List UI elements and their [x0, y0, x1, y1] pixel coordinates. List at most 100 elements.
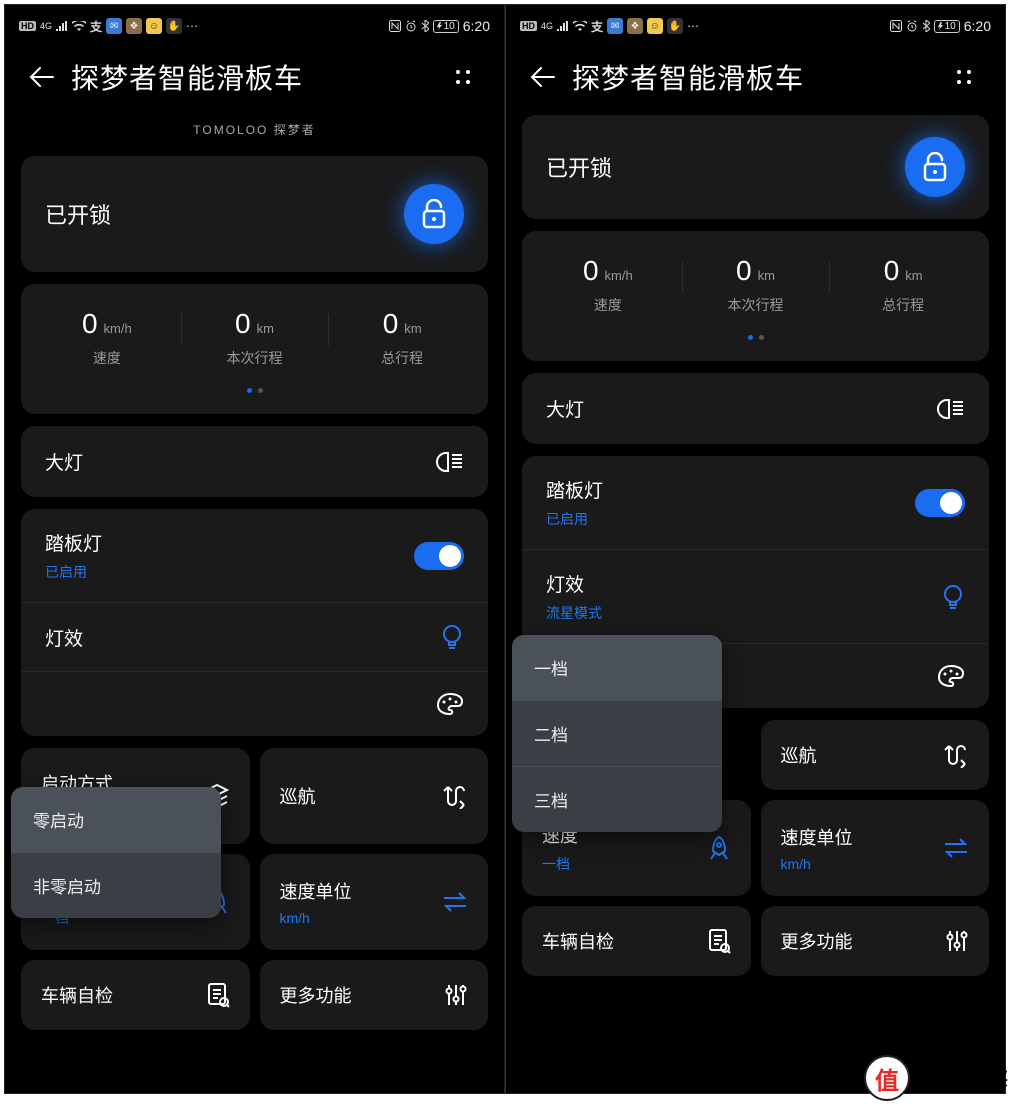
report-icon: [206, 982, 230, 1008]
app-header: 探梦者智能滑板车: [5, 45, 504, 115]
app-icon-3: ☺: [146, 18, 162, 34]
stat-speed: 0km/h 速度: [534, 255, 682, 315]
lock-icon: [421, 199, 447, 229]
stat-total: 0km 总行程: [829, 255, 977, 315]
bulb-icon: [929, 583, 965, 611]
popover-item-gear1[interactable]: 一档: [512, 635, 722, 700]
signal-icon: [56, 21, 68, 31]
hd-icon: HD: [520, 21, 537, 31]
network-icon: 4G: [40, 21, 52, 31]
more-icon: ⋯: [687, 19, 699, 33]
network-icon: 4G: [541, 21, 553, 31]
popover-item-gear2[interactable]: 二档: [512, 700, 722, 766]
palette-icon: [929, 664, 965, 688]
status-bar: HD 4G 支 ✉ ❖ ☺ ✋ ⋯: [5, 5, 504, 45]
phone-screen-left: HD 4G 支 ✉ ❖ ☺ ✋ ⋯: [4, 4, 505, 1094]
app-icon-1: ✉: [106, 18, 122, 34]
more-func-tile[interactable]: 更多功能: [260, 960, 489, 1030]
bluetooth-icon: [922, 20, 930, 32]
swap-icon: [943, 838, 969, 858]
stat-total: 0km 总行程: [328, 308, 476, 368]
app-icon-4: ✋: [667, 18, 683, 34]
stats-card: 0km/h 速度 0km 本次行程 0km 总行程: [21, 284, 488, 414]
wifi-icon: [72, 21, 86, 31]
hd-icon: HD: [19, 21, 36, 31]
more-icon: ⋯: [186, 19, 198, 33]
cruise-icon: [943, 742, 969, 768]
wifi-icon: [573, 21, 587, 31]
report-icon: [707, 928, 731, 954]
status-time: 6:20: [964, 18, 991, 34]
lock-card: 已开锁: [522, 115, 989, 219]
menu-button[interactable]: [955, 68, 985, 86]
pedal-light-row[interactable]: 踏板灯 已启用: [21, 509, 488, 602]
sliders-icon: [444, 983, 468, 1007]
speed-gear-popover: 一档 二档 三档: [512, 635, 722, 832]
watermark-badge: 值: [864, 1055, 910, 1101]
self-check-tile[interactable]: 车辆自检: [21, 960, 250, 1030]
battery-icon: 10: [433, 20, 459, 33]
speed-unit-tile[interactable]: 速度单位 km/h: [260, 854, 489, 950]
pedal-light-toggle[interactable]: [414, 542, 464, 570]
headlight-row[interactable]: 大灯: [522, 373, 989, 444]
headlight-icon: [428, 451, 464, 473]
app-icon-3: ☺: [647, 18, 663, 34]
page-indicator: [33, 380, 476, 398]
start-mode-popover: 零启动 非零启动: [11, 787, 221, 918]
app-header: 探梦者智能滑板车: [506, 45, 1005, 115]
headlight-row[interactable]: 大灯: [21, 426, 488, 497]
palette-icon: [428, 692, 464, 716]
popover-item-gear3[interactable]: 三档: [512, 766, 722, 832]
cruise-icon: [442, 783, 468, 809]
watermark-text: 什么值得买: [918, 1065, 1008, 1091]
bluetooth-icon: [421, 20, 429, 32]
speed-unit-tile[interactable]: 速度单位 km/h: [761, 800, 990, 896]
watermark: 值 什么值得买: [864, 1055, 1008, 1101]
brand-logo: TOMOLOO 探梦者: [21, 121, 488, 138]
status-bar: HD 4G 支 ✉ ❖ ☺ ✋ ⋯: [506, 5, 1005, 45]
light-effect-row[interactable]: 灯效 流星模式: [522, 549, 989, 643]
phone-screen-right: HD 4G 支 ✉ ❖ ☺ ✋ ⋯: [505, 4, 1006, 1094]
cruise-tile[interactable]: 巡航: [761, 720, 990, 790]
status-time: 6:20: [463, 18, 490, 34]
lock-button[interactable]: [404, 184, 464, 244]
menu-button[interactable]: [454, 68, 484, 86]
palette-row[interactable]: [21, 671, 488, 736]
bulb-icon: [428, 623, 464, 651]
nfc-icon: [389, 20, 401, 32]
lock-icon: [922, 152, 948, 182]
pedal-light-toggle[interactable]: [915, 489, 965, 517]
stat-speed: 0km/h 速度: [33, 308, 181, 368]
swap-icon: [442, 892, 468, 912]
app-icon-4: ✋: [166, 18, 182, 34]
lock-card: 已开锁: [21, 156, 488, 272]
lock-status-label: 已开锁: [45, 198, 111, 230]
popover-item-zero-start[interactable]: 零启动: [11, 787, 221, 852]
sliders-icon: [945, 929, 969, 953]
alarm-icon: [906, 20, 918, 32]
back-button[interactable]: [526, 61, 558, 93]
alarm-icon: [405, 20, 417, 32]
popover-item-nonzero-start[interactable]: 非零启动: [11, 852, 221, 918]
stat-trip: 0km 本次行程: [682, 255, 830, 315]
headlight-icon: [929, 398, 965, 420]
pedal-light-row[interactable]: 踏板灯 已启用: [522, 456, 989, 549]
lock-button[interactable]: [905, 137, 965, 197]
cruise-tile[interactable]: 巡航: [260, 748, 489, 844]
app-icon-2: ❖: [126, 18, 142, 34]
lock-status-label: 已开锁: [546, 151, 612, 183]
page-indicator: [534, 327, 977, 345]
self-check-tile[interactable]: 车辆自检: [522, 906, 751, 976]
more-func-tile[interactable]: 更多功能: [761, 906, 990, 976]
back-button[interactable]: [25, 61, 57, 93]
lights-card: 踏板灯 已启用 灯效: [21, 509, 488, 736]
stats-card: 0km/h 速度 0km 本次行程 0km 总行程: [522, 231, 989, 361]
light-effect-row[interactable]: 灯效: [21, 602, 488, 671]
alipay-icon: 支: [90, 18, 102, 35]
battery-icon: 10: [934, 20, 960, 33]
signal-icon: [557, 21, 569, 31]
app-icon-1: ✉: [607, 18, 623, 34]
page-title: 探梦者智能滑板车: [572, 57, 941, 97]
nfc-icon: [890, 20, 902, 32]
app-icon-2: ❖: [627, 18, 643, 34]
